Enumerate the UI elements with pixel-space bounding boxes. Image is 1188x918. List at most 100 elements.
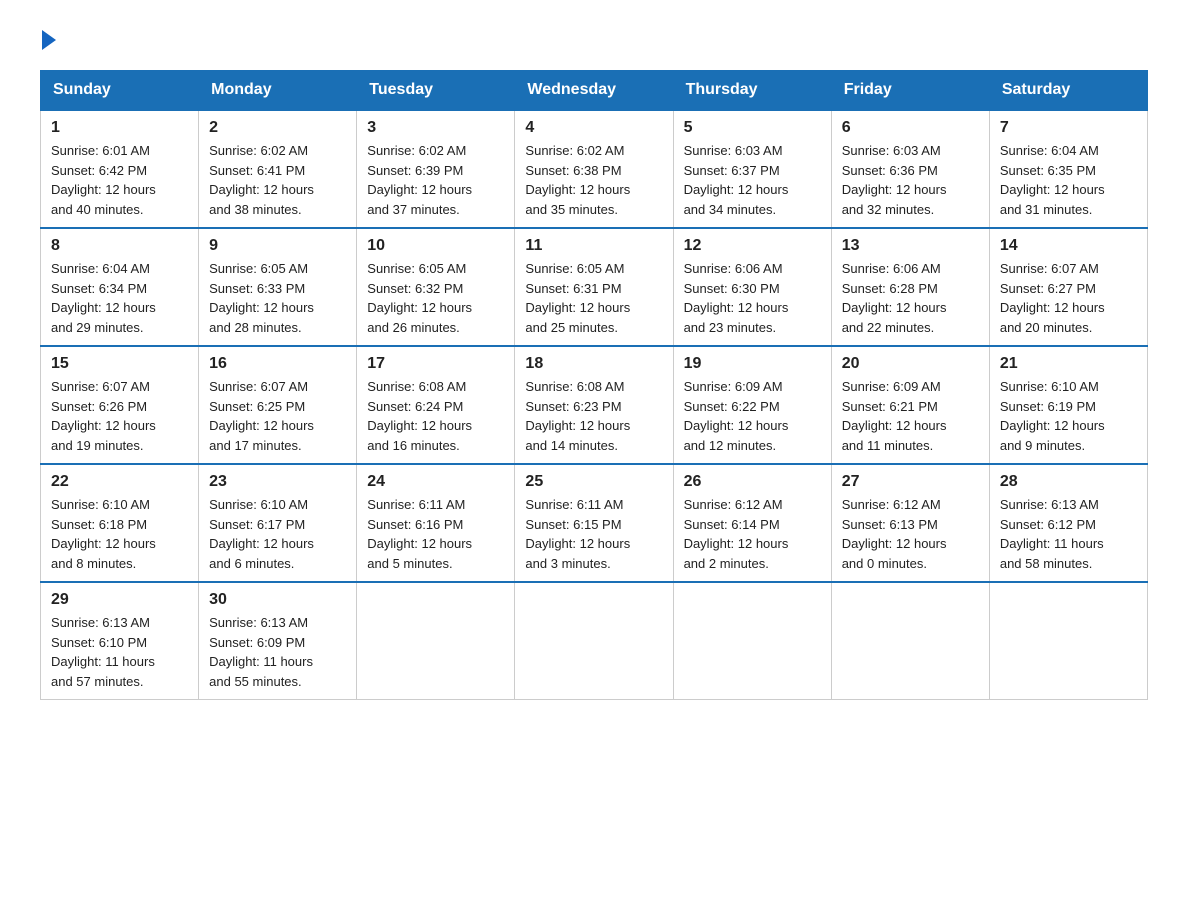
day-info: Sunrise: 6:10 AMSunset: 6:17 PMDaylight:…	[209, 495, 346, 573]
day-number: 25	[525, 473, 662, 491]
day-info: Sunrise: 6:02 AMSunset: 6:38 PMDaylight:…	[525, 141, 662, 219]
calendar-header-wednesday: Wednesday	[515, 71, 673, 111]
day-number: 23	[209, 473, 346, 491]
calendar-cell: 23 Sunrise: 6:10 AMSunset: 6:17 PMDayligh…	[199, 464, 357, 582]
calendar-header-thursday: Thursday	[673, 71, 831, 111]
calendar-table: SundayMondayTuesdayWednesdayThursdayFrid…	[40, 70, 1148, 700]
calendar-cell: 19 Sunrise: 6:09 AMSunset: 6:22 PMDayligh…	[673, 346, 831, 464]
calendar-cell: 13 Sunrise: 6:06 AMSunset: 6:28 PMDayligh…	[831, 228, 989, 346]
calendar-cell: 8 Sunrise: 6:04 AMSunset: 6:34 PMDaylight…	[41, 228, 199, 346]
day-number: 19	[684, 355, 821, 373]
calendar-cell: 22Sunrise: 6:10 AMSunset: 6:18 PMDayligh…	[41, 464, 199, 582]
calendar-cell: 25 Sunrise: 6:11 AMSunset: 6:15 PMDayligh…	[515, 464, 673, 582]
calendar-cell: 12Sunrise: 6:06 AMSunset: 6:30 PMDayligh…	[673, 228, 831, 346]
day-number: 26	[684, 473, 821, 491]
day-number: 7	[1000, 119, 1137, 137]
calendar-cell: 14 Sunrise: 6:07 AMSunset: 6:27 PMDayligh…	[989, 228, 1147, 346]
day-number: 6	[842, 119, 979, 137]
calendar-cell	[357, 582, 515, 700]
day-info: Sunrise: 6:11 AMSunset: 6:15 PMDaylight:…	[525, 495, 662, 573]
calendar-header-friday: Friday	[831, 71, 989, 111]
day-number: 15	[51, 355, 188, 373]
calendar-header-tuesday: Tuesday	[357, 71, 515, 111]
day-number: 27	[842, 473, 979, 491]
calendar-cell: 27 Sunrise: 6:12 AMSunset: 6:13 PMDayligh…	[831, 464, 989, 582]
day-number: 13	[842, 237, 979, 255]
day-info: Sunrise: 6:13 AMSunset: 6:12 PMDaylight:…	[1000, 495, 1137, 573]
day-info: Sunrise: 6:03 AMSunset: 6:37 PMDaylight:…	[684, 141, 821, 219]
logo	[40, 30, 58, 50]
calendar-cell: 16 Sunrise: 6:07 AMSunset: 6:25 PMDayligh…	[199, 346, 357, 464]
day-number: 9	[209, 237, 346, 255]
day-info: Sunrise: 6:10 AMSunset: 6:19 PMDaylight:…	[1000, 377, 1137, 455]
day-info: Sunrise: 6:07 AMSunset: 6:26 PMDaylight:…	[51, 377, 188, 455]
calendar-cell: 11 Sunrise: 6:05 AMSunset: 6:31 PMDayligh…	[515, 228, 673, 346]
calendar-header-saturday: Saturday	[989, 71, 1147, 111]
page-header	[40, 30, 1148, 50]
day-info: Sunrise: 6:06 AMSunset: 6:28 PMDaylight:…	[842, 259, 979, 337]
calendar-cell: 20 Sunrise: 6:09 AMSunset: 6:21 PMDayligh…	[831, 346, 989, 464]
day-number: 1	[51, 119, 188, 137]
calendar-cell	[989, 582, 1147, 700]
day-info: Sunrise: 6:08 AMSunset: 6:24 PMDaylight:…	[367, 377, 504, 455]
day-info: Sunrise: 6:05 AMSunset: 6:31 PMDaylight:…	[525, 259, 662, 337]
calendar-cell: 26 Sunrise: 6:12 AMSunset: 6:14 PMDayligh…	[673, 464, 831, 582]
calendar-week-row-5: 29 Sunrise: 6:13 AMSunset: 6:10 PMDayligh…	[41, 582, 1148, 700]
day-info: Sunrise: 6:04 AMSunset: 6:34 PMDaylight:…	[51, 259, 188, 337]
calendar-week-row-1: 1 Sunrise: 6:01 AMSunset: 6:42 PMDaylight…	[41, 110, 1148, 228]
day-number: 28	[1000, 473, 1137, 491]
calendar-cell: 2 Sunrise: 6:02 AMSunset: 6:41 PMDaylight…	[199, 110, 357, 228]
day-info: Sunrise: 6:02 AMSunset: 6:41 PMDaylight:…	[209, 141, 346, 219]
calendar-cell: 30 Sunrise: 6:13 AMSunset: 6:09 PMDayligh…	[199, 582, 357, 700]
day-info: Sunrise: 6:09 AMSunset: 6:22 PMDaylight:…	[684, 377, 821, 455]
day-info: Sunrise: 6:11 AMSunset: 6:16 PMDaylight:…	[367, 495, 504, 573]
calendar-cell: 5 Sunrise: 6:03 AMSunset: 6:37 PMDaylight…	[673, 110, 831, 228]
day-info: Sunrise: 6:12 AMSunset: 6:14 PMDaylight:…	[684, 495, 821, 573]
calendar-cell: 18Sunrise: 6:08 AMSunset: 6:23 PMDayligh…	[515, 346, 673, 464]
calendar-cell: 17Sunrise: 6:08 AMSunset: 6:24 PMDayligh…	[357, 346, 515, 464]
day-info: Sunrise: 6:12 AMSunset: 6:13 PMDaylight:…	[842, 495, 979, 573]
calendar-cell: 10 Sunrise: 6:05 AMSunset: 6:32 PMDayligh…	[357, 228, 515, 346]
day-number: 8	[51, 237, 188, 255]
day-number: 20	[842, 355, 979, 373]
calendar-cell: 24 Sunrise: 6:11 AMSunset: 6:16 PMDayligh…	[357, 464, 515, 582]
calendar-cell	[831, 582, 989, 700]
day-number: 30	[209, 591, 346, 609]
day-number: 22	[51, 473, 188, 491]
day-number: 2	[209, 119, 346, 137]
day-info: Sunrise: 6:01 AMSunset: 6:42 PMDaylight:…	[51, 141, 188, 219]
day-number: 4	[525, 119, 662, 137]
calendar-cell: 4 Sunrise: 6:02 AMSunset: 6:38 PMDaylight…	[515, 110, 673, 228]
calendar-cell: 3Sunrise: 6:02 AMSunset: 6:39 PMDaylight…	[357, 110, 515, 228]
day-number: 21	[1000, 355, 1137, 373]
calendar-cell	[515, 582, 673, 700]
day-info: Sunrise: 6:08 AMSunset: 6:23 PMDaylight:…	[525, 377, 662, 455]
calendar-cell: 6 Sunrise: 6:03 AMSunset: 6:36 PMDaylight…	[831, 110, 989, 228]
calendar-cell: 7 Sunrise: 6:04 AMSunset: 6:35 PMDaylight…	[989, 110, 1147, 228]
day-info: Sunrise: 6:07 AMSunset: 6:27 PMDaylight:…	[1000, 259, 1137, 337]
day-number: 11	[525, 237, 662, 255]
day-number: 5	[684, 119, 821, 137]
day-info: Sunrise: 6:13 AMSunset: 6:09 PMDaylight:…	[209, 613, 346, 691]
day-number: 29	[51, 591, 188, 609]
day-number: 14	[1000, 237, 1137, 255]
day-info: Sunrise: 6:03 AMSunset: 6:36 PMDaylight:…	[842, 141, 979, 219]
calendar-header-sunday: Sunday	[41, 71, 199, 111]
calendar-week-row-2: 8 Sunrise: 6:04 AMSunset: 6:34 PMDaylight…	[41, 228, 1148, 346]
day-number: 10	[367, 237, 504, 255]
day-info: Sunrise: 6:07 AMSunset: 6:25 PMDaylight:…	[209, 377, 346, 455]
day-info: Sunrise: 6:05 AMSunset: 6:32 PMDaylight:…	[367, 259, 504, 337]
day-info: Sunrise: 6:09 AMSunset: 6:21 PMDaylight:…	[842, 377, 979, 455]
day-number: 16	[209, 355, 346, 373]
day-number: 24	[367, 473, 504, 491]
logo-arrow-icon	[42, 30, 56, 50]
calendar-cell: 1 Sunrise: 6:01 AMSunset: 6:42 PMDaylight…	[41, 110, 199, 228]
day-number: 12	[684, 237, 821, 255]
day-info: Sunrise: 6:04 AMSunset: 6:35 PMDaylight:…	[1000, 141, 1137, 219]
day-info: Sunrise: 6:13 AMSunset: 6:10 PMDaylight:…	[51, 613, 188, 691]
day-info: Sunrise: 6:05 AMSunset: 6:33 PMDaylight:…	[209, 259, 346, 337]
day-info: Sunrise: 6:02 AMSunset: 6:39 PMDaylight:…	[367, 141, 504, 219]
calendar-cell: 28 Sunrise: 6:13 AMSunset: 6:12 PMDayligh…	[989, 464, 1147, 582]
calendar-cell: 9 Sunrise: 6:05 AMSunset: 6:33 PMDaylight…	[199, 228, 357, 346]
calendar-cell: 29 Sunrise: 6:13 AMSunset: 6:10 PMDayligh…	[41, 582, 199, 700]
